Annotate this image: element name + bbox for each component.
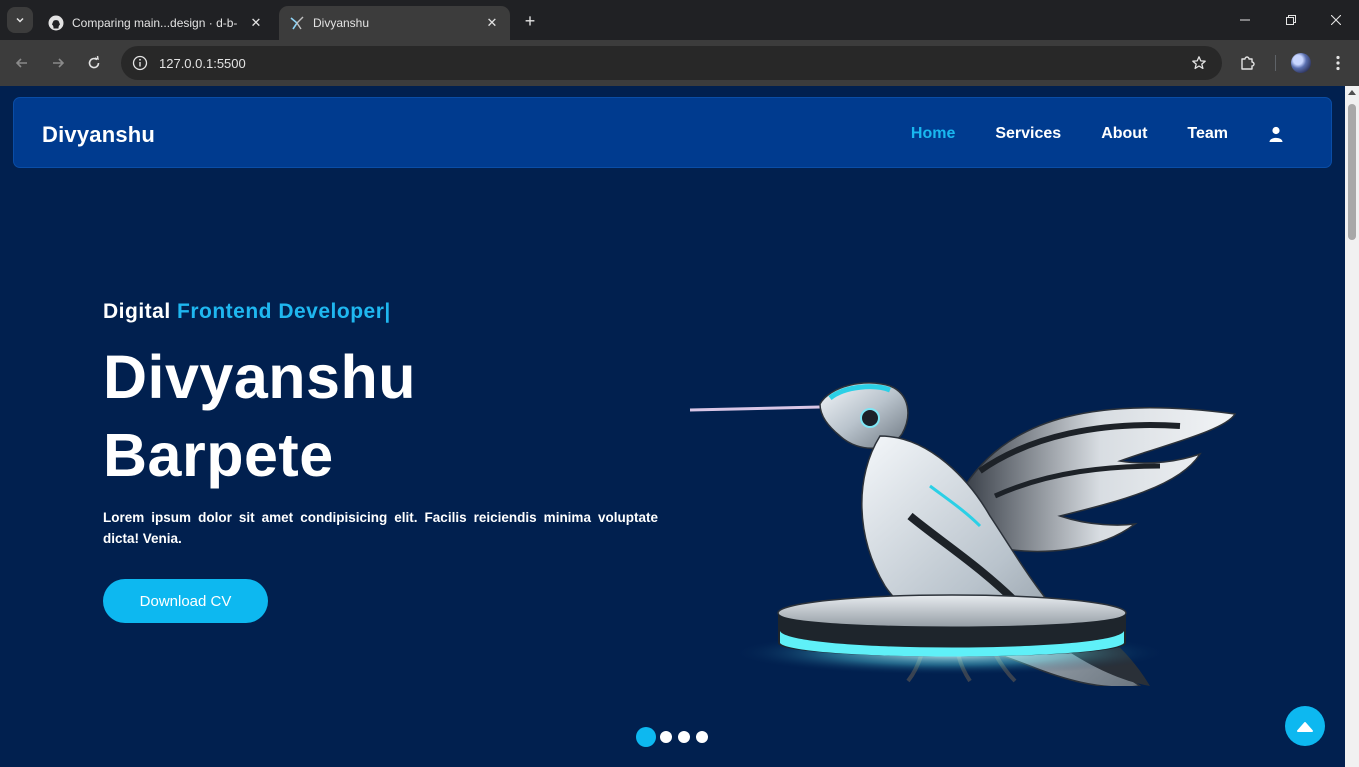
arrow-left-icon (15, 58, 27, 68)
address-bar[interactable]: 127.0.0.1:5500 (121, 46, 1222, 80)
subtitle-prefix: Digital (103, 300, 178, 323)
typing-cursor: | (384, 300, 391, 323)
hero-description: Lorem ipsum dolor sit amet condipisicing… (103, 510, 658, 546)
tab-divyanshu[interactable]: Divyanshu ✕ (279, 6, 510, 40)
site-favicon-icon (289, 15, 305, 31)
carousel-dot-1[interactable] (636, 727, 656, 747)
carousel-dot-3[interactable] (678, 731, 690, 743)
site-menu: Home Services About Team (911, 98, 1331, 169)
scroll-to-top-button[interactable] (1285, 706, 1325, 746)
new-tab-button[interactable]: + (518, 9, 542, 33)
page-scrollbar[interactable] (1345, 86, 1359, 767)
bookmark-star-icon[interactable] (1182, 46, 1216, 80)
kebab-menu-icon (1336, 55, 1340, 71)
scroll-up-arrow-icon[interactable] (1348, 90, 1356, 95)
page-viewport: Divyanshu Home Services About Team Digit… (0, 86, 1345, 767)
nav-link-team[interactable]: Team (1187, 125, 1228, 143)
tab-title: Divyanshu (313, 16, 370, 30)
browser-menu-button[interactable] (1324, 49, 1352, 77)
subtitle-typed-role: Frontend Developer (177, 300, 385, 323)
site-info-icon[interactable] (123, 46, 157, 80)
tab-search-button[interactable] (7, 7, 33, 33)
glowing-pedestal-image (732, 594, 1168, 675)
toolbar-divider (1275, 55, 1276, 71)
tab-github[interactable]: Comparing main...design · d-b- ✕ (38, 6, 274, 40)
scrollbar-thumb[interactable] (1348, 104, 1356, 240)
carousel-indicators (636, 727, 714, 747)
browser-tabstrip: Comparing main...design · d-b- ✕ Divyans… (0, 0, 1359, 40)
caret-up-icon (1297, 722, 1313, 732)
close-window-button[interactable] (1313, 0, 1359, 40)
site-navbar: Divyanshu Home Services About Team (13, 97, 1332, 168)
site-brand[interactable]: Divyanshu (42, 122, 155, 148)
hero-name: Divyanshu Barpete (103, 338, 416, 494)
github-icon (48, 15, 64, 31)
chevron-down-icon (16, 17, 24, 23)
hero-subtitle: Digital Frontend Developer| (103, 300, 391, 324)
extensions-button[interactable] (1234, 49, 1262, 77)
nav-link-home[interactable]: Home (911, 125, 955, 143)
browser-toolbar: 127.0.0.1:5500 (0, 40, 1359, 86)
forward-button[interactable] (44, 49, 72, 77)
hero-name-line1: Divyanshu (103, 343, 416, 411)
carousel-dot-2[interactable] (660, 731, 672, 743)
minimize-icon (1240, 19, 1250, 21)
nav-link-about[interactable]: About (1101, 125, 1147, 143)
minimize-button[interactable] (1222, 0, 1268, 40)
close-icon[interactable]: ✕ (248, 15, 264, 31)
nav-link-services[interactable]: Services (995, 125, 1061, 143)
hero-name-line2: Barpete (103, 421, 334, 489)
restore-button[interactable] (1268, 0, 1314, 40)
tab-title: Comparing main...design · d-b- (72, 16, 238, 30)
reload-button[interactable] (80, 49, 108, 77)
close-icon (1331, 15, 1341, 25)
back-button[interactable] (8, 49, 36, 77)
restore-icon (1286, 15, 1296, 25)
download-cv-button[interactable]: Download CV (103, 579, 268, 623)
url-text: 127.0.0.1:5500 (159, 55, 246, 71)
puzzle-icon (1241, 56, 1255, 70)
arrow-right-icon (53, 58, 65, 68)
close-icon[interactable]: ✕ (484, 15, 500, 31)
user-icon[interactable] (1268, 126, 1284, 142)
reload-icon (88, 55, 100, 69)
carousel-dot-4[interactable] (696, 731, 708, 743)
profile-avatar[interactable] (1291, 53, 1311, 73)
